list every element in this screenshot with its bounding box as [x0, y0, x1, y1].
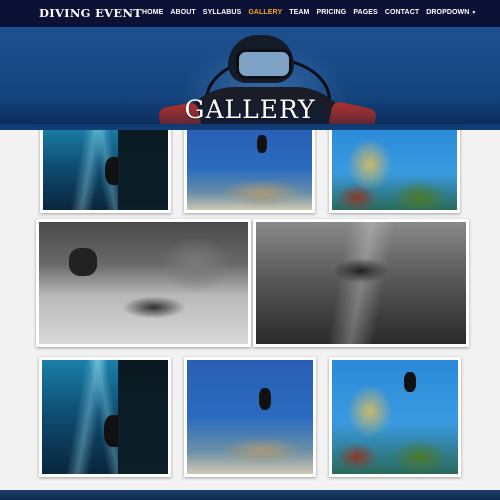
photo-sea-turtle [39, 222, 248, 344]
photo-coral-diver [332, 360, 458, 474]
nav-item-pricing[interactable]: PRICING [316, 9, 346, 16]
photo-reef-diver [187, 360, 313, 474]
nav-item-pages[interactable]: PAGES [353, 9, 378, 16]
gallery-photo[interactable] [39, 357, 171, 477]
photo-cave-divers [43, 127, 168, 210]
nav-item-dropdown-label: DROPDOWN [426, 9, 470, 16]
nav-item-contact[interactable]: CONTACT [385, 9, 419, 16]
photo-camera-diver [256, 222, 466, 344]
diver-mask-graphic [236, 49, 292, 79]
gallery-photo[interactable] [329, 124, 460, 213]
top-navbar: DIVING EVENT HOME ABOUT SYLLABUS GALLERY… [0, 0, 500, 27]
hero-bottom-edge [0, 124, 500, 130]
brand-logo[interactable]: DIVING EVENT [39, 6, 142, 20]
nav-item-gallery[interactable]: GALLERY [248, 9, 282, 16]
nav-item-syllabus[interactable]: SYLLABUS [203, 9, 242, 16]
photo-cave-divers [42, 360, 168, 474]
caret-down-icon: ▼ [471, 10, 477, 16]
nav-item-home[interactable]: HOME [142, 9, 163, 16]
nav-item-dropdown[interactable]: DROPDOWN ▼ [426, 9, 476, 16]
gallery-photo[interactable] [329, 357, 461, 477]
gallery-photo[interactable] [184, 124, 315, 213]
hero-banner: GALLERY [0, 27, 500, 130]
nav-item-team[interactable]: TEAM [289, 9, 309, 16]
gallery-photo[interactable] [36, 219, 251, 347]
gallery-photo[interactable] [253, 219, 469, 347]
photo-reef-diver [187, 127, 312, 210]
gallery-photo[interactable] [184, 357, 316, 477]
nav-item-about[interactable]: ABOUT [170, 9, 195, 16]
page-title: GALLERY [184, 95, 316, 124]
nav-menu: HOME ABOUT SYLLABUS GALLERY TEAM PRICING… [142, 9, 483, 16]
photo-coral-diver [332, 127, 457, 210]
gallery-photo[interactable] [40, 124, 171, 213]
footer-strip [0, 490, 500, 500]
